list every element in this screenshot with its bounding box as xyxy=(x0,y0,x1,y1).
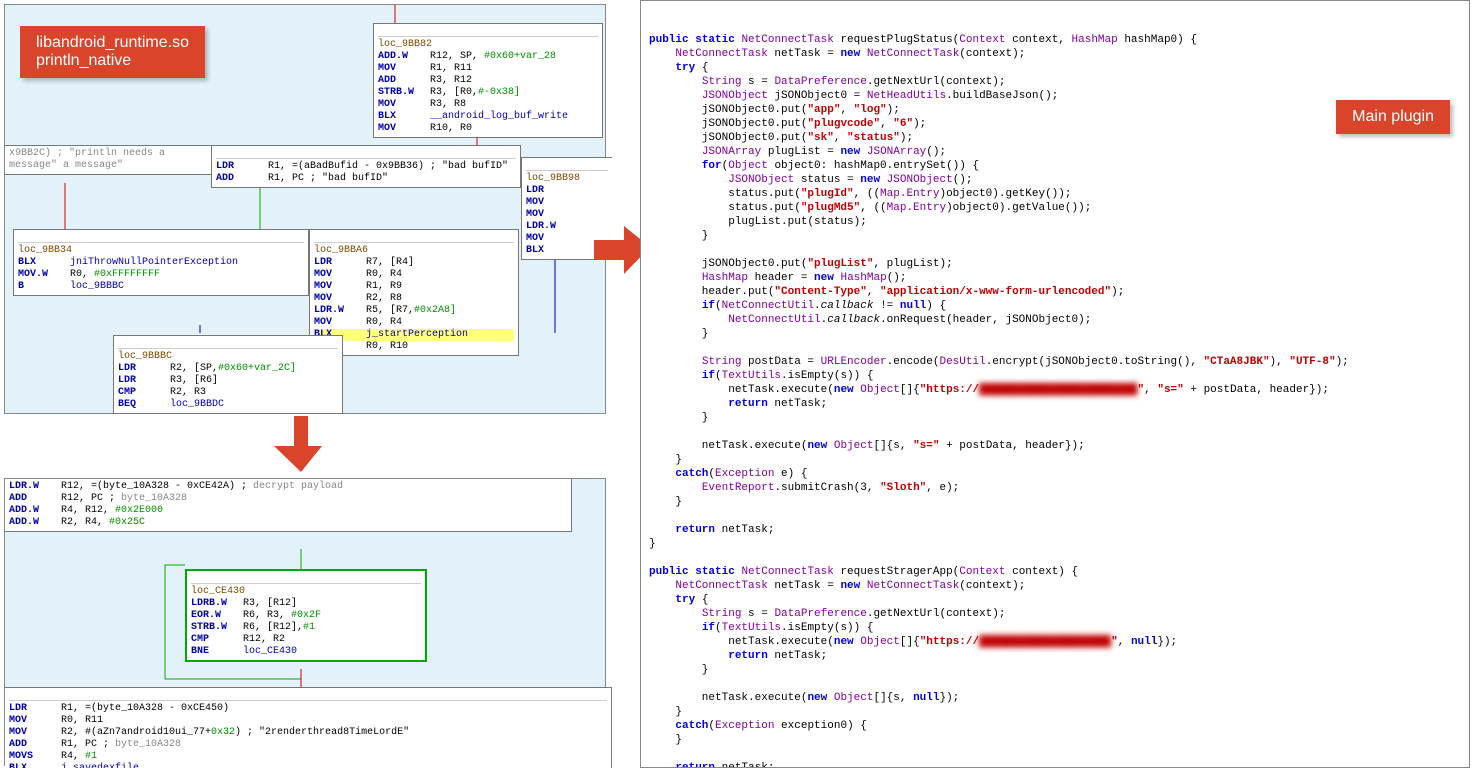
asm-lines-9bba6: LDRR7, [R4]MOVR0, R4MOVR1, R9MOVR2, R8LD… xyxy=(314,257,514,353)
asm-block-ce430[interactable]: loc_CE430 LDRB.WR3, [R12]EOR.WR6, R3, #0… xyxy=(185,569,427,662)
asm-block-9bb82[interactable]: loc_9BB82 ADD.WR12, SP, #0x60+var_28MOVR… xyxy=(373,23,603,138)
asm-block-9bb34[interactable]: loc_9BB34 BLXjniThrowNullPointerExceptio… xyxy=(13,229,309,296)
asm-lines-9bb82: ADD.WR12, SP, #0x60+var_28MOVR1, R11ADDR… xyxy=(378,51,598,135)
hint-println: x9BB2C) ; "println needs a message" a me… xyxy=(5,145,214,175)
asm-lines-ce430: LDRB.WR3, [R12]EOR.WR6, R3, #0x2FSTRB.WR… xyxy=(191,598,421,658)
ida-bottom-pane[interactable]: LDR.WR12, =(byte_10A328 - 0xCE42A) ; dec… xyxy=(4,478,606,766)
block-label: loc_9BB82 xyxy=(378,39,432,51)
right-column: public static NetConnectTask requestPlug… xyxy=(640,0,1470,768)
page-root: loc_9BB82 ADD.WR12, SP, #0x60+var_28MOVR… xyxy=(0,0,1477,768)
asm-block-badbuf[interactable]: LDRR1, =(aBadBufid - 0x9BB36) ; "bad buf… xyxy=(211,145,521,188)
asm-lines-badbuf: LDRR1, =(aBadBufid - 0x9BB36) ; "bad buf… xyxy=(216,161,516,185)
asm-tail-savedex[interactable]: LDRR1, =(byte_10A328 - 0xCE450)MOVR0, R1… xyxy=(5,687,612,768)
asm-block-9bbbc[interactable]: loc_9BBBC LDRR2, [SP,#0x60+var_2C]LDRR3,… xyxy=(113,335,343,414)
asm-lines-9bb34: BLXjniThrowNullPointerExceptionMOV.WR0, … xyxy=(18,257,304,293)
annotation-right: Main plugin xyxy=(1336,100,1450,134)
flow-arrow-down-icon xyxy=(274,416,328,478)
left-column: loc_9BB82 ADD.WR12, SP, #0x60+var_28MOVR… xyxy=(0,0,610,768)
asm-lines-9bbbc: LDRR2, [SP,#0x60+var_2C]LDRR3, [R6]CMPR2… xyxy=(118,363,338,411)
java-code-body: public static NetConnectTask requestPlug… xyxy=(649,33,1461,768)
asm-pre-decrypt[interactable]: LDR.WR12, =(byte_10A328 - 0xCE42A) ; dec… xyxy=(5,479,572,532)
annotation-left: libandroid_runtime.so println_native xyxy=(20,26,205,78)
asm-lines-tail: LDRR1, =(byte_10A328 - 0xCE450)MOVR0, R1… xyxy=(9,703,607,768)
asm-lines-pre: LDR.WR12, =(byte_10A328 - 0xCE42A) ; dec… xyxy=(9,481,567,529)
